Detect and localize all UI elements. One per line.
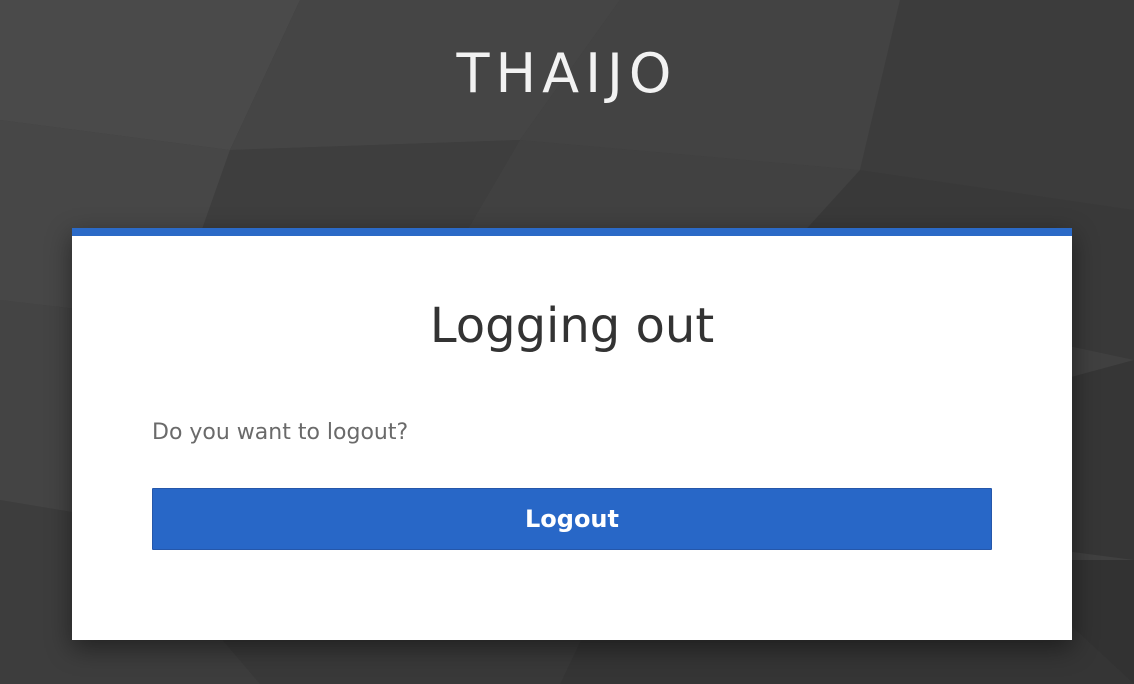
logout-card: Logging out Do you want to logout? Logou… [72, 228, 1072, 640]
brand-logo: THAIJO [456, 42, 678, 105]
logout-button[interactable]: Logout [152, 488, 992, 550]
page-title: Logging out [429, 298, 715, 354]
logout-prompt: Do you want to logout? [152, 420, 409, 445]
